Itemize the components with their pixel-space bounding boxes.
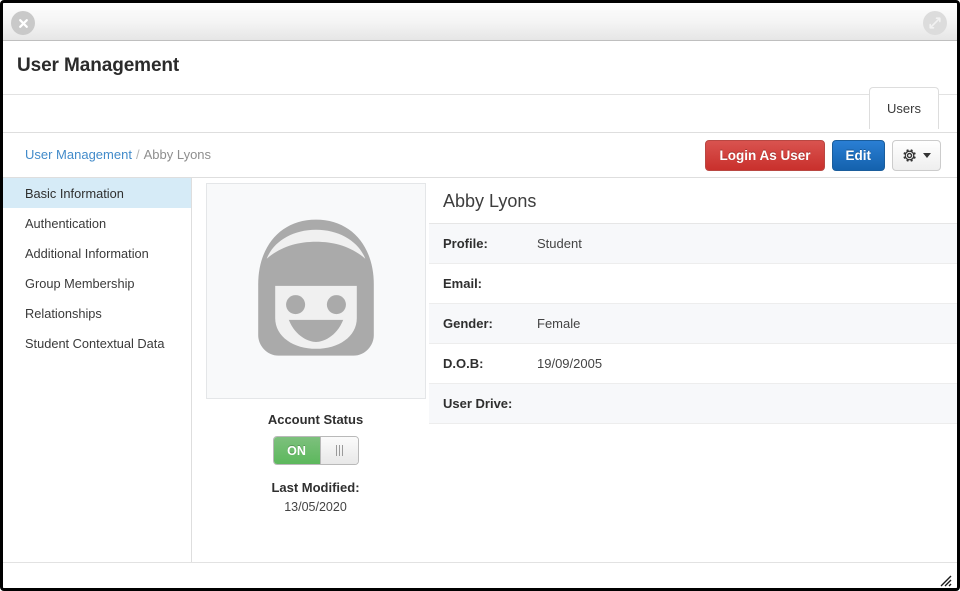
sidebar: Basic Information Authentication Additio… (3, 178, 192, 562)
profile-card: Account Status ON Last Modified: 13/05/2… (192, 178, 429, 562)
breadcrumb: User Management / Abby Lyons (25, 147, 211, 162)
field-label: D.O.B: (429, 356, 537, 371)
login-as-user-label: Login As User (719, 148, 810, 163)
edit-button[interactable]: Edit (832, 140, 886, 171)
field-value: Female (537, 316, 580, 331)
field-label: User Drive: (429, 396, 537, 411)
sidebar-item-label: Additional Information (25, 246, 149, 261)
sidebar-item-basic-information[interactable]: Basic Information (3, 178, 191, 208)
account-status-toggle-on-label: ON (274, 437, 320, 464)
sidebar-item-label: Relationships (25, 306, 102, 321)
tab-users[interactable]: Users (869, 87, 939, 129)
grip-line-icon (339, 445, 340, 456)
tab-strip: Users (3, 95, 957, 133)
female-avatar-icon (231, 206, 401, 376)
avatar (206, 183, 426, 399)
gear-icon (902, 148, 917, 163)
sidebar-item-authentication[interactable]: Authentication (3, 208, 191, 238)
sidebar-item-label: Basic Information (25, 186, 124, 201)
sidebar-item-label: Authentication (25, 216, 106, 231)
user-detail-panel: Account Status ON Last Modified: 13/05/2… (192, 178, 957, 562)
toggle-handle[interactable] (320, 437, 358, 464)
field-value: 19/09/2005 (537, 356, 602, 371)
last-modified-label: Last Modified: (202, 480, 429, 495)
window-titlebar (3, 3, 957, 41)
expand-icon (928, 16, 942, 30)
expand-button[interactable] (923, 11, 947, 35)
field-row-email: Email: (429, 264, 957, 304)
account-status-label: Account Status (202, 412, 429, 427)
detail-fields: Abby Lyons Profile: Student Email: Gende… (429, 178, 957, 562)
field-row-user-drive: User Drive: (429, 384, 957, 424)
action-buttons: Login As User Edit (705, 140, 941, 171)
content-body: Basic Information Authentication Additio… (3, 178, 957, 562)
page-header-wrap: User Management Users (3, 41, 957, 133)
field-row-dob: D.O.B: 19/09/2005 (429, 344, 957, 384)
app-root: User Management Users User Management / Ab… (0, 0, 960, 591)
page-header: User Management (3, 41, 957, 95)
edit-label: Edit (846, 148, 872, 163)
breadcrumb-separator: / (136, 147, 140, 162)
close-icon (18, 18, 29, 29)
sidebar-item-label: Group Membership (25, 276, 135, 291)
sidebar-item-group-membership[interactable]: Group Membership (3, 268, 191, 298)
grip-line-icon (342, 445, 343, 456)
field-label: Email: (429, 276, 537, 291)
breadcrumb-link-user-management[interactable]: User Management (25, 147, 132, 162)
sidebar-item-relationships[interactable]: Relationships (3, 298, 191, 328)
resize-grip-icon[interactable] (936, 571, 952, 587)
grip-line-icon (336, 445, 337, 456)
chevron-down-icon (923, 153, 931, 158)
field-value: Student (537, 236, 582, 251)
breadcrumb-bar: User Management / Abby Lyons Login As User… (3, 133, 957, 178)
sidebar-item-student-contextual-data[interactable]: Student Contextual Data (3, 328, 191, 358)
field-row-gender: Gender: Female (429, 304, 957, 344)
tab-users-label: Users (887, 101, 921, 116)
field-label: Gender: (429, 316, 537, 331)
sidebar-item-label: Student Contextual Data (25, 336, 164, 351)
settings-dropdown-button[interactable] (892, 140, 941, 171)
sidebar-item-additional-information[interactable]: Additional Information (3, 238, 191, 268)
account-status-toggle[interactable]: ON (273, 436, 359, 465)
window-footer (3, 562, 957, 590)
page-title: User Management (17, 55, 179, 77)
login-as-user-button[interactable]: Login As User (705, 140, 824, 171)
breadcrumb-current: Abby Lyons (144, 147, 211, 162)
field-label: Profile: (429, 236, 537, 251)
last-modified-value: 13/05/2020 (202, 500, 429, 514)
window-frame: User Management Users User Management / Ab… (0, 0, 960, 591)
field-row-profile: Profile: Student (429, 224, 957, 264)
user-name-heading: Abby Lyons (429, 183, 957, 224)
close-button[interactable] (11, 11, 35, 35)
